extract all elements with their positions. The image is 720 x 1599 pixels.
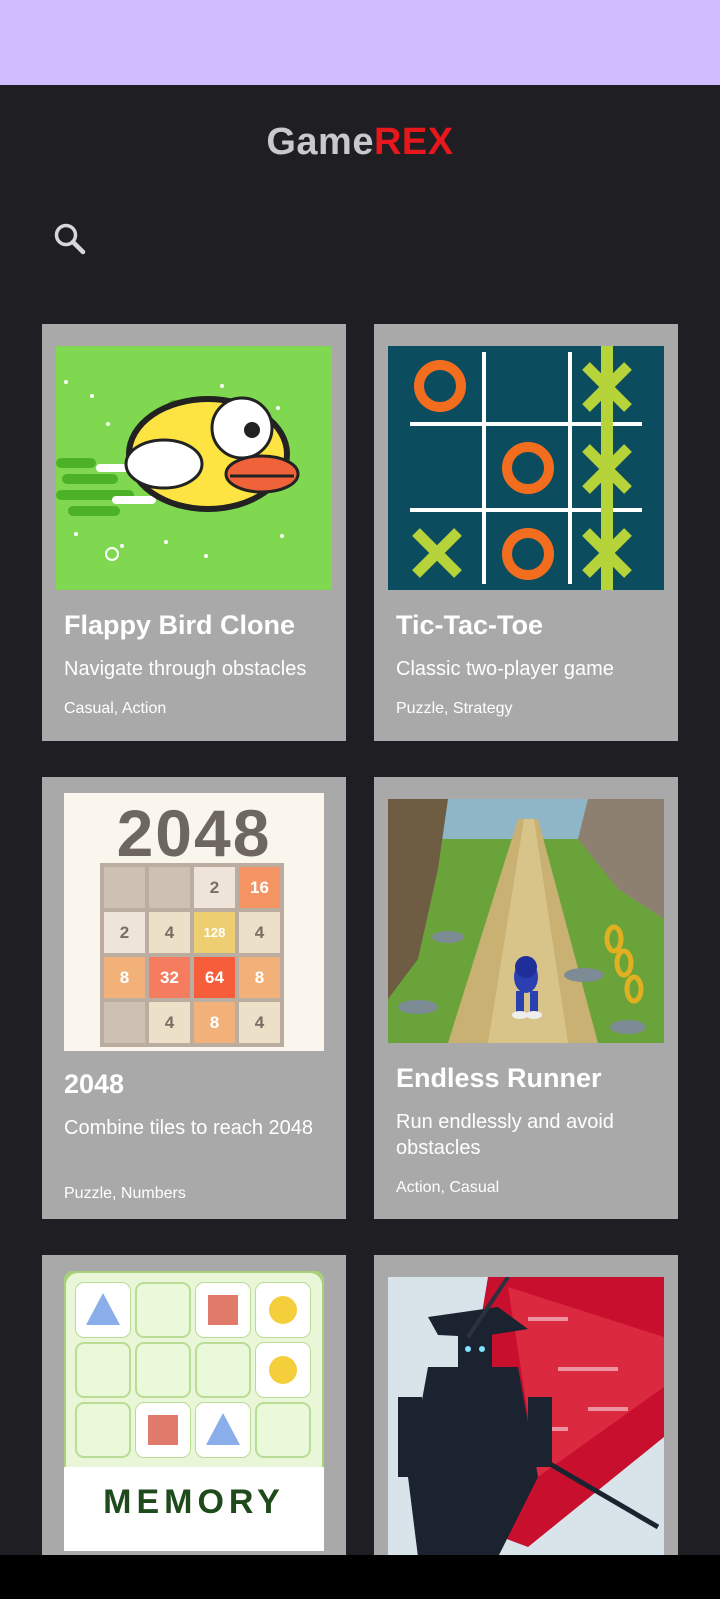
app-title: GameREX <box>0 121 720 164</box>
ninja-game-image <box>388 1277 664 1555</box>
tile-2048: 32 <box>149 957 190 998</box>
tile-2048: 8 <box>104 957 145 998</box>
game-description: Combine tiles to reach 2048 <box>64 1117 314 1139</box>
game-title: 2048 <box>64 1069 125 1099</box>
tile-2048 <box>104 1002 145 1043</box>
flappy-bird-image <box>56 346 332 590</box>
game-card-endless-runner[interactable]: Endless Runner Run endlessly and avoid o… <box>374 777 678 1219</box>
2048-image: 2048 2 16 2 4 128 4 8 32 64 8 4 8 4 <box>64 793 324 1051</box>
search-icon[interactable] <box>52 221 88 257</box>
2048-logo: 2048 <box>116 796 272 870</box>
system-navigation-bar <box>0 1555 720 1599</box>
tile-2048 <box>149 867 190 908</box>
game-card-ninja[interactable] <box>374 1255 678 1555</box>
game-tags: Puzzle, Strategy <box>396 700 513 717</box>
game-card-2048[interactable]: 2048 2 16 2 4 128 4 8 32 64 8 4 8 4 2048 Combine til… <box>42 777 346 1219</box>
game-tags: Action, Casual <box>396 1179 500 1196</box>
game-card-tic-tac-toe[interactable]: Tic-Tac-Toe Classic two-player game Puzz… <box>374 324 678 741</box>
tile-2048 <box>104 867 145 908</box>
game-tags: Puzzle, Numbers <box>64 1185 186 1202</box>
game-tags: Casual, Action <box>64 700 167 717</box>
memory-image: MEMORY <box>64 1271 324 1551</box>
endless-runner-image <box>388 799 664 1043</box>
status-bar <box>0 0 720 85</box>
2048-board: 2 16 2 4 128 4 8 32 64 8 4 8 4 <box>100 863 284 1047</box>
game-card-memory[interactable]: MEMORY <box>42 1255 346 1555</box>
tile-2048: 4 <box>149 1002 190 1043</box>
game-description: Classic two-player game <box>396 658 614 680</box>
app-title-game: Game <box>266 121 374 163</box>
tile-2048: 64 <box>194 957 235 998</box>
app-screen: GameREX Flappy Bird Clone Navigate throu… <box>0 85 720 1555</box>
game-title: Flappy Bird Clone <box>64 610 296 640</box>
tile-2048: 4 <box>149 912 190 953</box>
tile-2048: 4 <box>239 1002 280 1043</box>
tic-tac-toe-image <box>388 346 664 590</box>
tile-2048: 16 <box>239 867 280 908</box>
tile-2048: 4 <box>239 912 280 953</box>
app-title-rex: REX <box>373 121 454 163</box>
tile-2048: 128 <box>194 912 235 953</box>
tile-2048: 2 <box>194 867 235 908</box>
game-description: Navigate through obstacles <box>64 658 307 680</box>
tile-2048: 8 <box>239 957 280 998</box>
tile-2048: 8 <box>194 1002 235 1043</box>
game-title: Tic-Tac-Toe <box>396 610 544 640</box>
game-title: Endless Runner <box>396 1063 602 1093</box>
tile-2048: 2 <box>104 912 145 953</box>
memory-logo: MEMORY <box>103 1483 285 1521</box>
game-description: Run endlessly and avoid obstacles <box>396 1111 614 1159</box>
game-card-flappy-bird[interactable]: Flappy Bird Clone Navigate through obsta… <box>42 324 346 741</box>
